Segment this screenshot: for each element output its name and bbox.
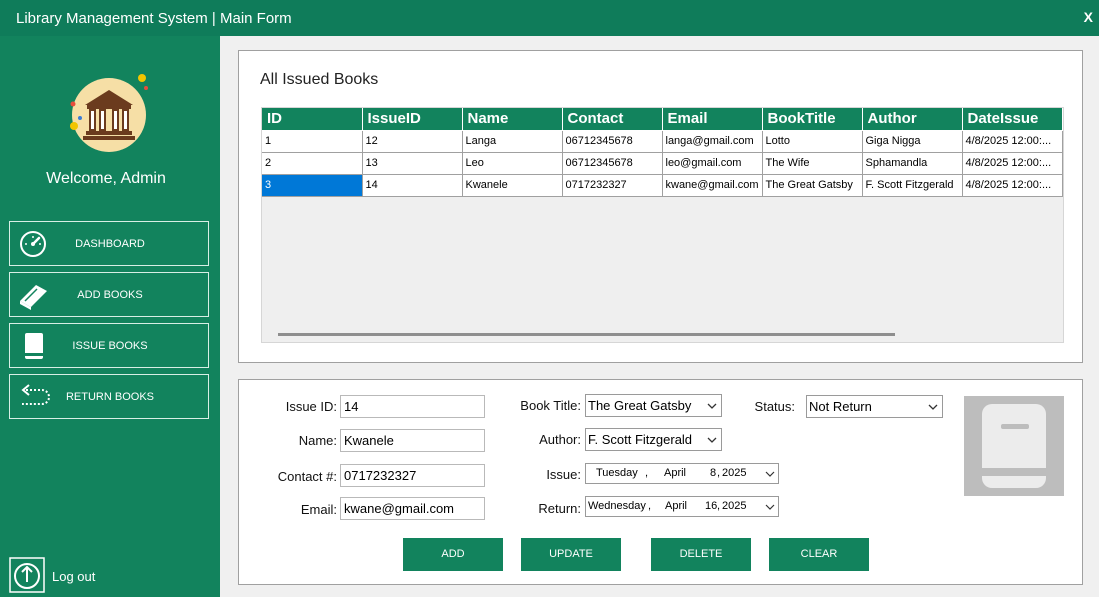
book-title-value: The Great Gatsby xyxy=(588,398,692,413)
return-date-picker[interactable]: Wednesday , April 16 , 2025 xyxy=(585,496,779,517)
window-title: Library Management System | Main Form xyxy=(16,10,292,27)
grid-cell[interactable]: Leo xyxy=(462,152,563,175)
add-button[interactable]: ADD xyxy=(403,538,503,571)
author-value: F. Scott Fitzgerald xyxy=(588,432,693,447)
update-button[interactable]: UPDATE xyxy=(521,538,621,571)
grid-cell[interactable]: F. Scott Fitzgerald xyxy=(862,174,963,197)
column-header[interactable]: ID xyxy=(262,108,363,131)
table-row[interactable]: 2 13 Leo 06712345678 leo@gmail.com The W… xyxy=(262,152,1063,175)
author-select[interactable]: F. Scott Fitzgerald xyxy=(585,428,722,451)
add-books-label: ADD BOOKS xyxy=(77,289,143,301)
grid-cell[interactable]: The Wife xyxy=(762,152,863,175)
logout-label: Log out xyxy=(52,569,96,584)
column-header[interactable]: Contact xyxy=(562,108,663,131)
return-date-label: Return: xyxy=(538,501,581,516)
grid-cell[interactable]: Lotto xyxy=(762,130,863,153)
issue-date-day: 8 xyxy=(710,467,717,479)
sidebar: Welcome, Admin DASHBOARD ADD BOOKS ISSUE… xyxy=(0,36,220,597)
book-title-label: Book Title: xyxy=(520,398,581,413)
delete-button[interactable]: DELETE xyxy=(651,538,751,571)
book-title-select[interactable]: The Great Gatsby xyxy=(585,394,722,417)
issue-date-picker[interactable]: Tuesday , April 8 , 2025 xyxy=(585,463,779,484)
name-label: Name: xyxy=(298,433,337,448)
close-button[interactable]: X xyxy=(1084,9,1093,25)
grid-cell[interactable]: 06712345678 xyxy=(562,152,663,175)
return-books-label: RETURN BOOKS xyxy=(65,391,154,403)
grid-cell[interactable]: 2 xyxy=(262,152,363,175)
dashboard-button[interactable]: DASHBOARD xyxy=(9,221,209,266)
chevron-down-icon xyxy=(707,403,717,409)
title-bar: Library Management System | Main Form X xyxy=(0,0,1099,36)
grid-cell[interactable]: 4/8/2025 12:00:... xyxy=(962,152,1063,175)
welcome-text: Welcome, Admin xyxy=(46,170,166,187)
column-header[interactable]: Name xyxy=(462,108,563,131)
grid-cell[interactable]: kwane@gmail.com xyxy=(662,174,763,197)
library-building-icon xyxy=(70,74,148,152)
issue-id-input[interactable]: 14 xyxy=(340,395,485,418)
name-input[interactable]: Kwanele xyxy=(340,429,485,452)
issued-books-title: All Issued Books xyxy=(260,71,379,88)
clear-button[interactable]: CLEAR xyxy=(769,538,869,571)
return-date-day: 16 xyxy=(705,500,718,512)
issue-date-year: 2025 xyxy=(722,467,747,479)
chevron-down-icon xyxy=(707,437,717,443)
grid-header-row: ID IssueID Name Contact Email BookTitle … xyxy=(262,108,1063,131)
grid-cell[interactable]: 4/8/2025 12:00:... xyxy=(962,130,1063,153)
chevron-down-icon xyxy=(765,471,775,477)
issue-books-label: ISSUE BOOKS xyxy=(72,340,148,352)
return-date-month: April xyxy=(665,500,688,512)
grid-cell-selected[interactable]: 3 xyxy=(262,174,363,197)
return-date-weekday: Wednesday xyxy=(588,500,646,512)
table-row-selected[interactable]: 3 14 Kwanele 0717232327 kwane@gmail.com … xyxy=(262,174,1063,197)
column-header[interactable]: IssueID xyxy=(362,108,463,131)
issued-books-panel: All Issued Books ID IssueID Name Contact… xyxy=(238,50,1083,363)
grid-cell[interactable]: Giga Nigga xyxy=(862,130,963,153)
author-label: Author: xyxy=(539,432,581,447)
grid-cell[interactable]: 0717232327 xyxy=(562,174,663,197)
add-books-button[interactable]: ADD BOOKS xyxy=(9,272,209,317)
return-date-year: 2025 xyxy=(722,500,747,512)
return-books-button[interactable]: RETURN BOOKS xyxy=(9,374,209,419)
logout-icon xyxy=(9,557,45,593)
issue-date-label: Issue: xyxy=(546,467,581,482)
grid-cell[interactable]: langa@gmail.com xyxy=(662,130,763,153)
grid-cell[interactable]: 12 xyxy=(362,130,463,153)
chevron-down-icon xyxy=(928,404,938,410)
contact-label: Contact #: xyxy=(277,469,337,484)
grid-cell[interactable]: 14 xyxy=(362,174,463,197)
status-label: Status: xyxy=(754,399,795,414)
grid-cell[interactable]: Kwanele xyxy=(462,174,563,197)
issue-books-button[interactable]: ISSUE BOOKS xyxy=(9,323,209,368)
grid-cell[interactable]: 1 xyxy=(262,130,363,153)
issued-books-grid[interactable]: ID IssueID Name Contact Email BookTitle … xyxy=(261,107,1064,343)
issue-date-month: April xyxy=(664,467,687,479)
grid-cell[interactable]: 4/8/2025 12:00:... xyxy=(962,174,1063,197)
chevron-down-icon xyxy=(765,504,775,510)
issue-form-panel: Issue ID: 14 Name: Kwanele Contact #: 07… xyxy=(238,379,1083,585)
table-row[interactable]: 1 12 Langa 06712345678 langa@gmail.com L… xyxy=(262,130,1063,153)
email-label: Email: xyxy=(300,502,337,517)
column-header[interactable]: BookTitle xyxy=(762,108,863,131)
status-value: Not Return xyxy=(809,399,872,414)
grid-cell[interactable]: leo@gmail.com xyxy=(662,152,763,175)
book-placeholder-icon xyxy=(982,404,1046,488)
grid-cell[interactable]: Langa xyxy=(462,130,563,153)
column-header[interactable]: Author xyxy=(862,108,963,131)
grid-cell[interactable]: 13 xyxy=(362,152,463,175)
dashboard-label: DASHBOARD xyxy=(75,238,145,250)
email-input[interactable]: kwane@gmail.com xyxy=(340,497,485,520)
status-select[interactable]: Not Return xyxy=(806,395,943,418)
horizontal-scrollbar[interactable] xyxy=(278,333,895,336)
issue-date-weekday: Tuesday xyxy=(596,467,638,479)
column-header[interactable]: DateIssue xyxy=(962,108,1063,131)
grid-cell[interactable]: 06712345678 xyxy=(562,130,663,153)
column-header[interactable]: Email xyxy=(662,108,763,131)
book-cover-image xyxy=(964,396,1064,496)
issue-id-label: Issue ID: xyxy=(285,399,337,414)
grid-cell[interactable]: The Great Gatsby xyxy=(762,174,863,197)
contact-input[interactable]: 0717232327 xyxy=(340,464,485,487)
grid-cell[interactable]: Sphamandla xyxy=(862,152,963,175)
